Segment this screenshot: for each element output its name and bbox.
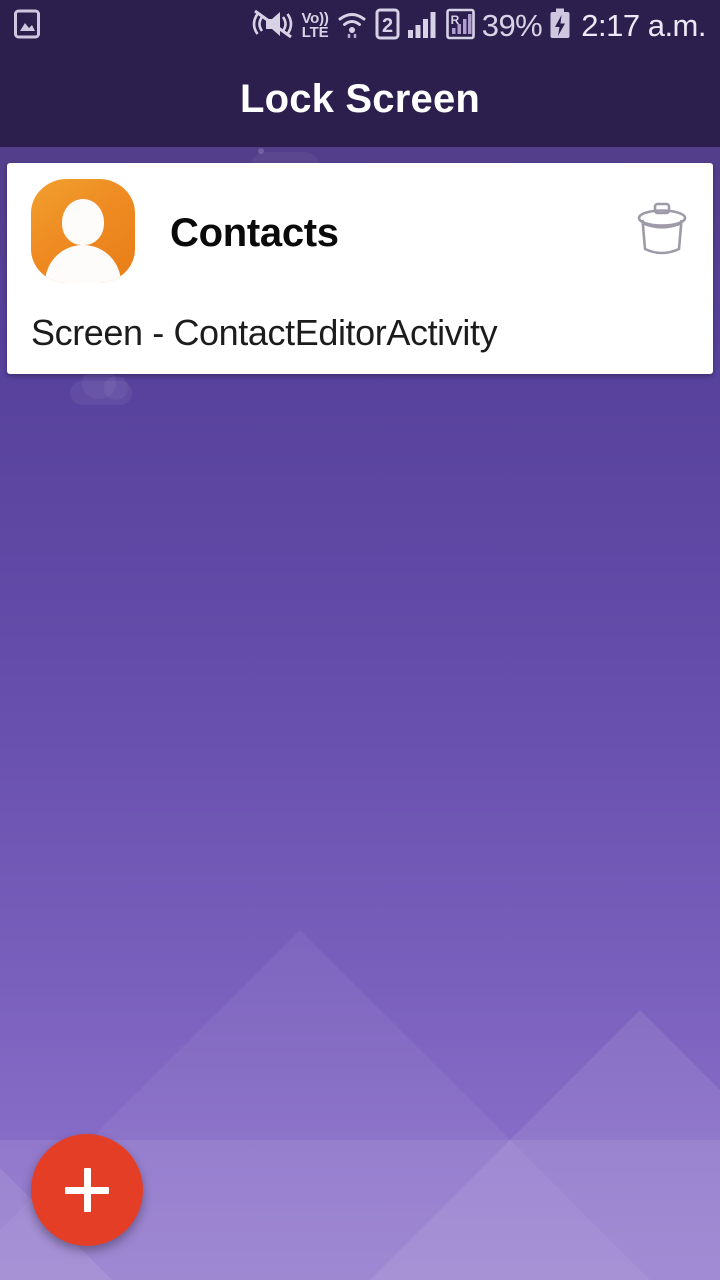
volte-bottom-label: LTE xyxy=(301,24,329,41)
plus-icon-vertical xyxy=(83,1168,91,1212)
person-silhouette-head xyxy=(62,199,104,245)
battery-percent-label: 39% xyxy=(481,8,543,43)
status-bar: Vo)) LTE 2 R 39% 2:17 a.m. xyxy=(0,0,720,52)
clock-label: 2:17 a.m. xyxy=(581,8,706,43)
svg-text:2: 2 xyxy=(382,15,393,37)
page-title: Lock Screen xyxy=(239,77,481,121)
phone-screen: Vo)) LTE 2 R 39% 2:17 a.m. Lock Screen C… xyxy=(0,0,720,1280)
battery-charging-icon xyxy=(549,8,571,45)
volte-icon: Vo)) LTE xyxy=(301,11,329,41)
delete-button[interactable] xyxy=(625,195,699,269)
status-bar-left xyxy=(14,9,40,44)
screen-activity-label: Screen - ContactEditorActivity xyxy=(31,312,498,353)
vibrate-mute-icon xyxy=(252,8,294,45)
sim2-icon: 2 xyxy=(375,8,400,45)
app-name-label: Contacts xyxy=(170,210,339,255)
wallpaper-cloud-icon xyxy=(70,367,132,405)
lock-screen-app-card[interactable]: Contacts Screen - ContactEditorActivity xyxy=(7,163,713,374)
card-header-row: Contacts xyxy=(7,163,713,303)
roaming-signal-icon: R xyxy=(445,8,475,45)
person-silhouette-body xyxy=(45,245,121,283)
add-button[interactable] xyxy=(31,1134,143,1246)
app-bar: Lock Screen xyxy=(0,52,720,147)
trash-icon xyxy=(635,200,689,265)
image-notification-icon xyxy=(14,9,40,44)
status-bar-right: Vo)) LTE 2 R 39% 2:17 a.m. xyxy=(252,8,706,45)
wifi-icon xyxy=(336,8,368,45)
contacts-app-icon xyxy=(31,179,135,283)
signal-bars-icon xyxy=(407,8,439,45)
